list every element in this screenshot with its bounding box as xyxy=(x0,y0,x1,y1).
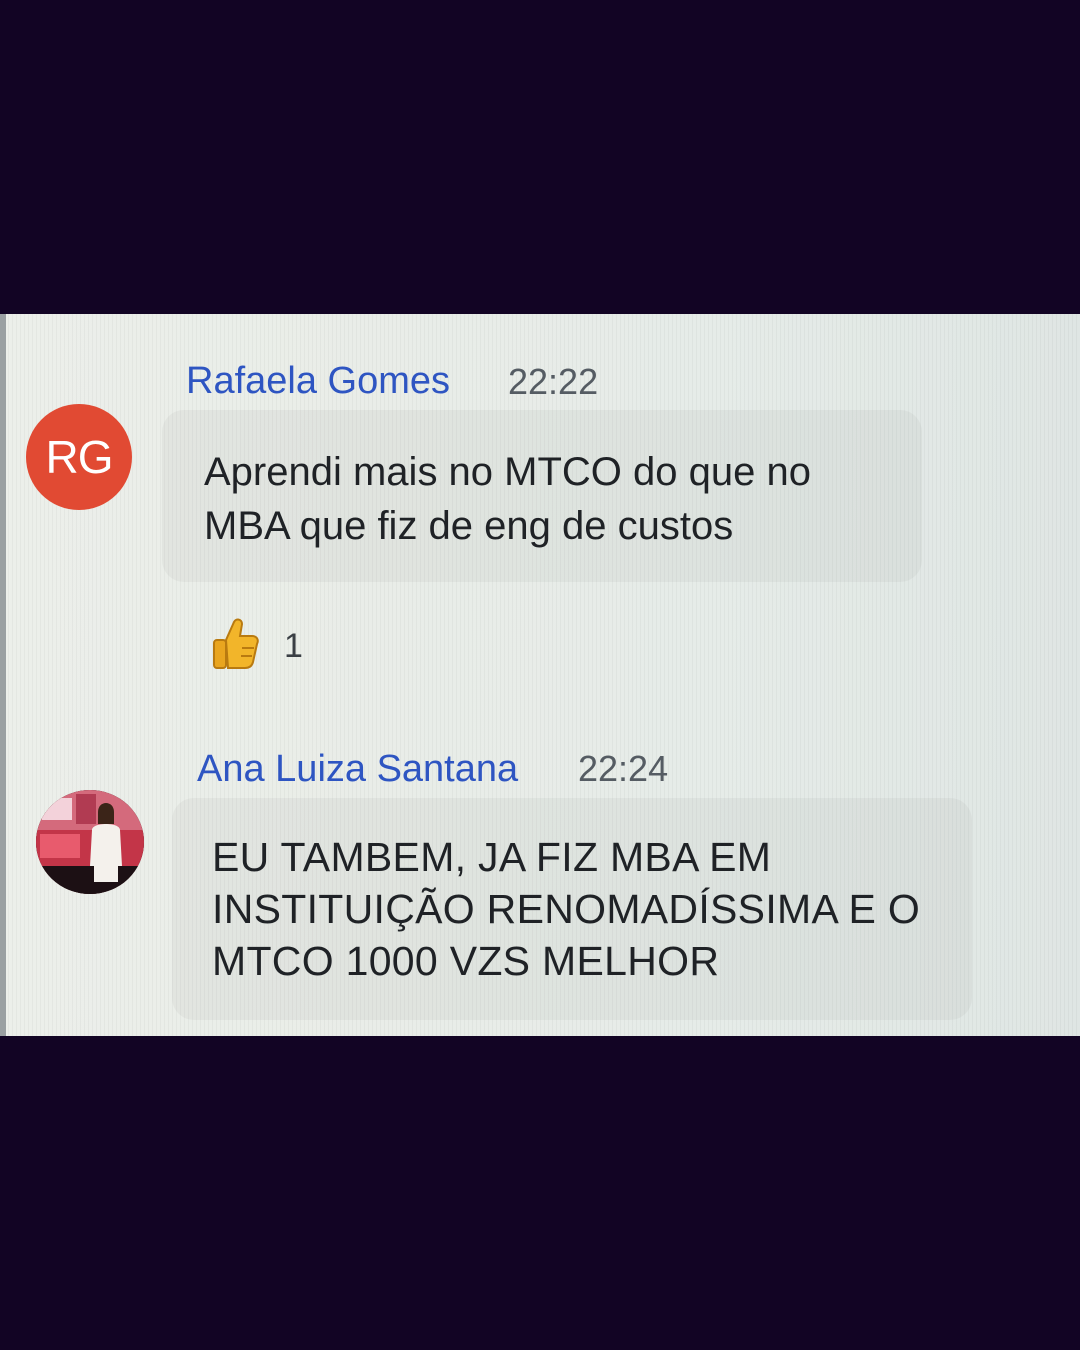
thumbs-up-icon xyxy=(212,618,260,674)
message-text-line: EU TAMBEM, JA FIZ MBA EM xyxy=(212,834,772,880)
avatar-initials: RG xyxy=(45,431,114,483)
message-bubble[interactable] xyxy=(162,410,922,582)
chat-message: RG Rafaela Gomes 22:22 Aprendi mais no M… xyxy=(0,314,1080,694)
message-text-line: MBA que fiz de eng de custos xyxy=(204,504,734,548)
avatar[interactable]: RG xyxy=(26,404,132,510)
message-text-line: MTCO 1000 VZS MELHOR xyxy=(212,938,720,984)
message-timestamp: 22:24 xyxy=(578,748,669,789)
reaction-count: 1 xyxy=(284,626,303,665)
chat-screen: RG Rafaela Gomes 22:22 Aprendi mais no M… xyxy=(0,314,1080,1036)
message-text-line: INSTITUIÇÃO RENOMADÍSSIMA E O xyxy=(212,886,921,932)
message-timestamp: 22:22 xyxy=(508,361,599,402)
sender-name[interactable]: Rafaela Gomes xyxy=(186,360,450,403)
message-text-line: Aprendi mais no MTCO do que no xyxy=(204,450,811,494)
chat-message: Ana Luiza Santana 22:24 EU TAMBEM, JA FI… xyxy=(0,714,1080,1036)
sender-name[interactable]: Ana Luiza Santana xyxy=(197,748,518,791)
avatar[interactable] xyxy=(36,790,144,894)
reaction-badge[interactable]: 1 xyxy=(212,618,303,674)
profile-photo xyxy=(36,790,144,894)
photo-frame: RG Rafaela Gomes 22:22 Aprendi mais no M… xyxy=(0,0,1080,1350)
